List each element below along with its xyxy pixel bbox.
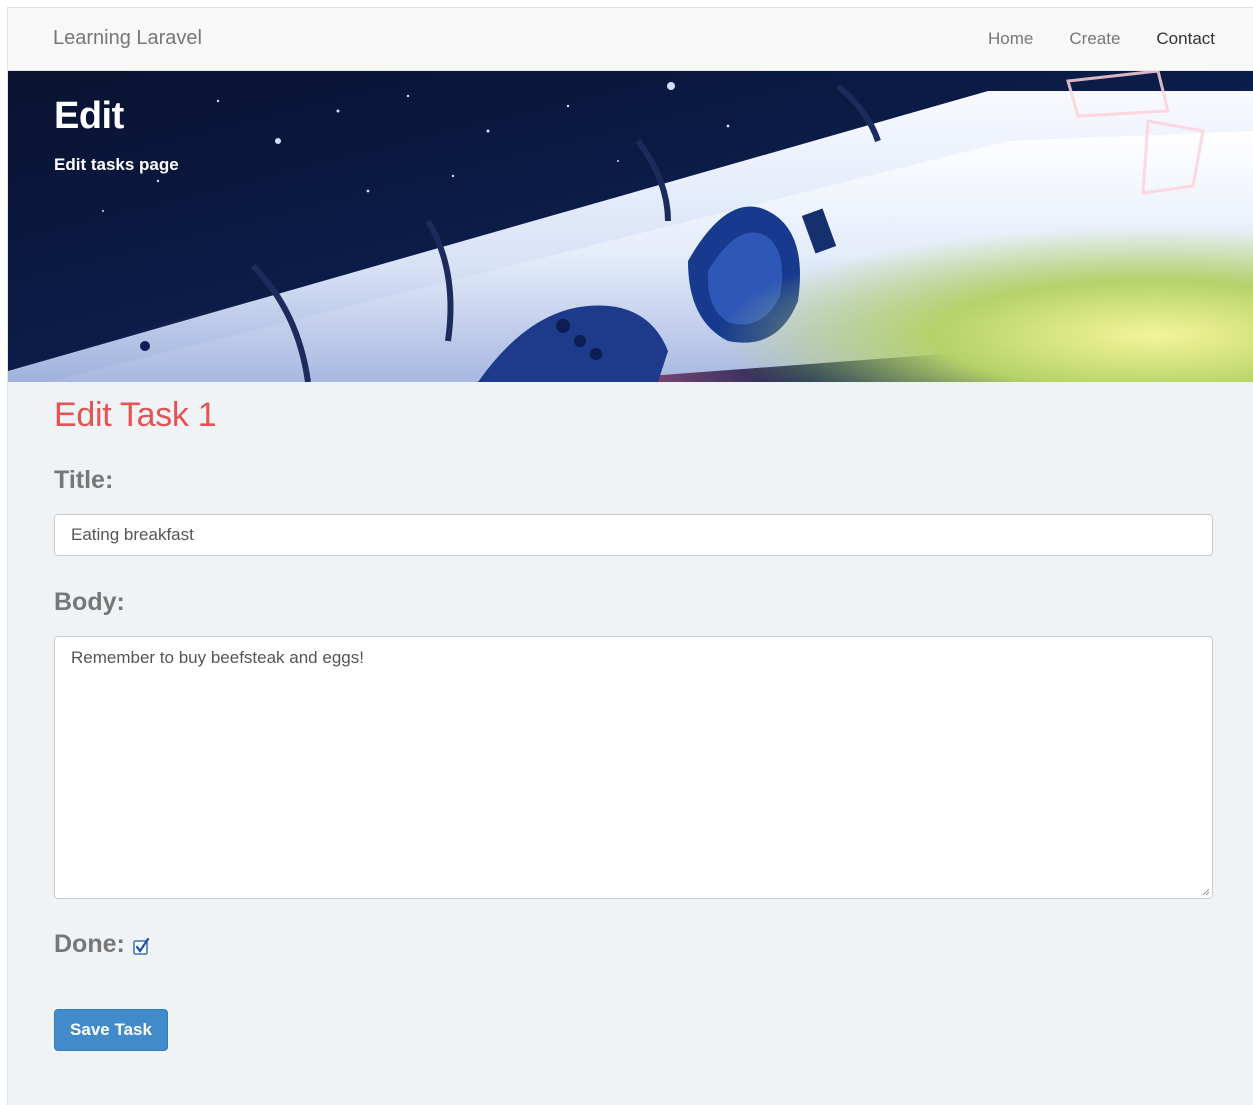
hero-title: Edit bbox=[54, 95, 124, 137]
browser-viewport: Learning Laravel Home Create Contact Edi… bbox=[7, 7, 1253, 1105]
nav-contact-link[interactable]: Contact bbox=[1156, 29, 1215, 49]
nav-create-link[interactable]: Create bbox=[1069, 29, 1120, 49]
title-input[interactable] bbox=[54, 514, 1213, 556]
title-label: Title: bbox=[54, 466, 114, 494]
body-textarea[interactable]: Remember to buy beefsteak and eggs! bbox=[54, 636, 1213, 899]
nav-home-link[interactable]: Home bbox=[988, 29, 1033, 49]
save-task-button[interactable]: Save Task bbox=[54, 1009, 168, 1051]
body-label: Body: bbox=[54, 588, 125, 616]
hero-subtitle: Edit tasks page bbox=[54, 155, 179, 174]
resize-grip-icon[interactable] bbox=[1202, 888, 1210, 896]
done-checkbox[interactable] bbox=[133, 938, 150, 955]
top-navbar: Learning Laravel Home Create Contact bbox=[8, 8, 1253, 71]
done-row: Done: bbox=[54, 930, 150, 959]
nav-links: Home Create Contact bbox=[952, 29, 1215, 49]
page-title: Edit Task 1 bbox=[54, 396, 217, 434]
done-label: Done: bbox=[54, 930, 125, 958]
brand-link[interactable]: Learning Laravel bbox=[53, 27, 202, 50]
hero-banner: Edit Edit tasks page bbox=[8, 71, 1253, 382]
space-shuttle-image bbox=[8, 71, 1253, 382]
